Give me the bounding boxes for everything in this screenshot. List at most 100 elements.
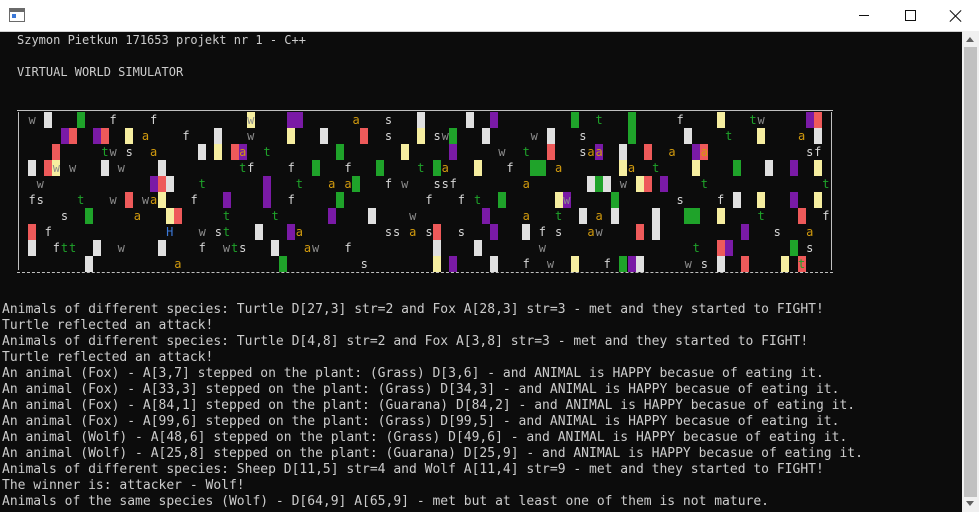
world-cell: w bbox=[109, 145, 117, 159]
world-cell: w bbox=[498, 145, 506, 159]
scroll-up-icon[interactable] bbox=[966, 37, 974, 42]
world-cell: a bbox=[141, 129, 150, 143]
world-cell: a bbox=[149, 145, 158, 159]
world-cell bbox=[497, 192, 506, 208]
world-cell: a bbox=[700, 144, 709, 160]
scroll-thumb[interactable] bbox=[964, 47, 977, 497]
world-cell: t bbox=[271, 209, 279, 223]
log-line: An animal (Fox) - A[33,3] stepped on the… bbox=[2, 382, 840, 397]
world-cell: t bbox=[222, 225, 231, 239]
world-cell: w bbox=[684, 257, 692, 271]
world-cell bbox=[44, 112, 53, 128]
world-cell bbox=[254, 224, 263, 240]
world-cell: w bbox=[530, 129, 538, 143]
world-cell bbox=[60, 128, 69, 144]
world-cell: t bbox=[101, 145, 109, 159]
log-line: Animals of the same species (Wolf) - D[6… bbox=[2, 494, 770, 509]
world-cell bbox=[740, 224, 749, 240]
world-cell: f bbox=[149, 113, 158, 127]
world-cell bbox=[522, 224, 531, 240]
world-cell: s bbox=[384, 129, 393, 143]
world-cell: s bbox=[425, 225, 433, 239]
world-cell: s bbox=[554, 225, 563, 239]
world-cell: s bbox=[773, 225, 781, 239]
world-cell: a bbox=[522, 177, 530, 191]
world-cell bbox=[684, 208, 693, 224]
world-cell bbox=[578, 208, 587, 224]
world-cell: t bbox=[60, 241, 69, 255]
world-cell: f bbox=[822, 209, 830, 223]
world-cell: s bbox=[214, 225, 222, 239]
world-cell bbox=[433, 256, 442, 272]
world-cell bbox=[368, 208, 377, 224]
world-cell: f bbox=[384, 177, 393, 191]
world-cell: f bbox=[538, 225, 546, 239]
world-cell: s bbox=[384, 113, 393, 127]
world-cell bbox=[481, 208, 490, 224]
world-cell bbox=[789, 160, 798, 176]
world-cell bbox=[724, 240, 733, 256]
author-line: Szymon Pietkun 171653 projekt nr 1 - C++ bbox=[17, 33, 306, 47]
world-cell: a bbox=[174, 257, 182, 271]
maximize-button[interactable] bbox=[887, 0, 933, 31]
world-cell: s bbox=[806, 145, 814, 159]
world-cell bbox=[684, 128, 693, 144]
world-cell: a bbox=[352, 113, 360, 127]
world-cell bbox=[125, 192, 134, 208]
world-cell bbox=[28, 224, 37, 240]
world-cell: f bbox=[287, 161, 295, 175]
console-window-icon bbox=[9, 8, 25, 22]
vertical-scrollbar[interactable] bbox=[962, 31, 979, 512]
minimize-icon bbox=[859, 15, 869, 16]
world-cell bbox=[651, 208, 660, 224]
world-cell: s bbox=[676, 193, 684, 207]
world-cell: t bbox=[473, 193, 482, 207]
world-cell: t bbox=[295, 177, 303, 191]
log-line: An animal (Fox) - A[99,6] stepped on the… bbox=[2, 414, 840, 429]
scroll-down-icon[interactable] bbox=[966, 501, 974, 506]
world-cell bbox=[433, 224, 442, 240]
world-cell: f bbox=[676, 113, 684, 127]
world-cell bbox=[489, 224, 498, 240]
world-cell: f bbox=[457, 193, 465, 207]
world-cell bbox=[465, 112, 474, 128]
world-cell: a bbox=[595, 144, 604, 160]
world-cell bbox=[335, 144, 344, 160]
world-cell bbox=[263, 176, 271, 192]
world-cell: t bbox=[749, 113, 757, 127]
world-border-left bbox=[18, 112, 19, 270]
world-cell bbox=[28, 160, 37, 176]
world-cell bbox=[157, 176, 166, 192]
world-cell: f bbox=[190, 193, 198, 207]
world-cell: s bbox=[36, 193, 44, 207]
world-cell bbox=[716, 256, 725, 272]
world-cell: s bbox=[433, 177, 441, 191]
world-cell: w bbox=[546, 257, 555, 271]
world-cell bbox=[327, 208, 336, 224]
world-cell bbox=[813, 160, 822, 176]
world-cell: a bbox=[328, 177, 336, 191]
world-cell: f bbox=[344, 241, 352, 255]
close-button[interactable] bbox=[933, 0, 979, 31]
minimize-button[interactable] bbox=[841, 0, 887, 31]
world-cell bbox=[149, 176, 158, 192]
world-cell: w bbox=[401, 177, 409, 191]
world-cell: f bbox=[344, 161, 352, 175]
world-cell bbox=[416, 128, 425, 144]
world-cell bbox=[765, 160, 774, 176]
world-cell: t bbox=[725, 129, 733, 143]
title-bar[interactable] bbox=[0, 0, 979, 32]
world-cell bbox=[198, 144, 207, 160]
world-cell bbox=[263, 192, 271, 208]
world-cell bbox=[781, 256, 790, 272]
world-cell bbox=[173, 208, 182, 224]
world-cell: t bbox=[554, 209, 563, 223]
world-cell bbox=[214, 128, 223, 144]
world-cell bbox=[101, 128, 109, 144]
world-cell: s bbox=[392, 225, 401, 239]
world-cell bbox=[627, 128, 636, 144]
world-cell: f bbox=[449, 177, 457, 191]
world-cell: w bbox=[757, 113, 765, 127]
world-border-top bbox=[17, 110, 833, 111]
world-cell bbox=[716, 240, 725, 256]
